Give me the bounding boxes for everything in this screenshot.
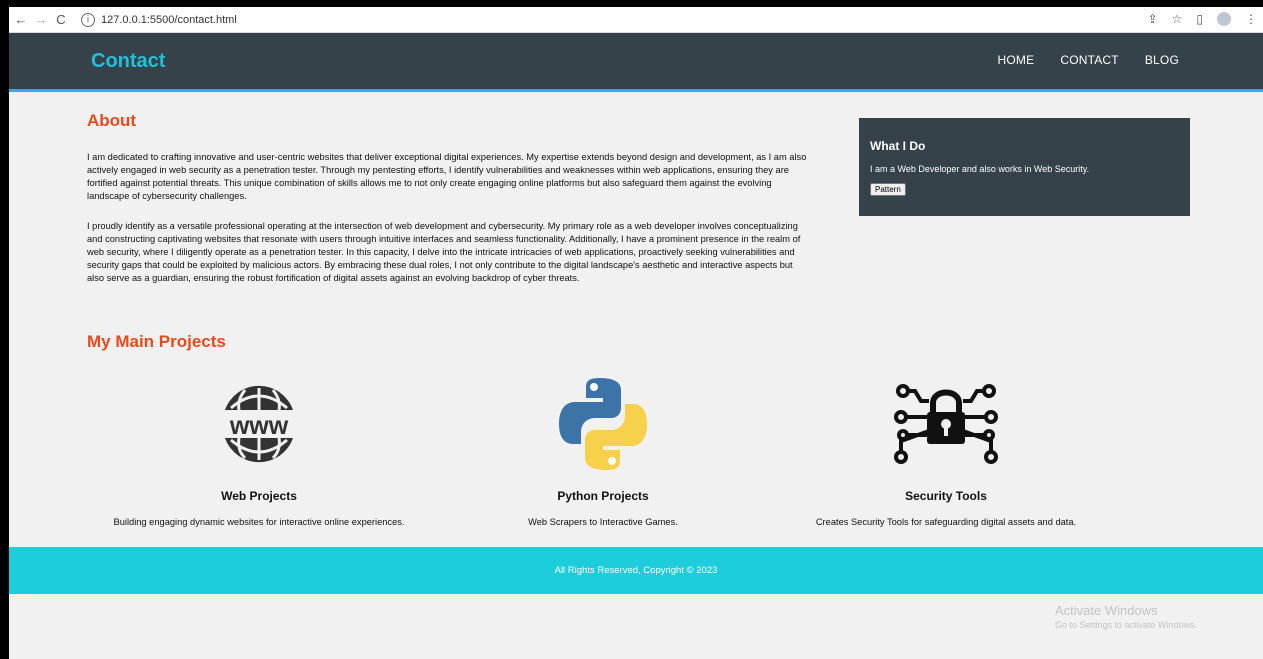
projects-heading: My Main Projects xyxy=(87,332,226,351)
project-description: Building engaging dynamic websites for i… xyxy=(113,517,405,527)
top-navigation: HOME CONTACT BLOG xyxy=(998,53,1179,67)
project-title: Security Tools xyxy=(905,489,987,503)
project-card-security: Security Tools Creates Security Tools fo… xyxy=(766,369,1126,527)
python-logo-icon xyxy=(423,369,783,479)
nav-home-link[interactable]: HOME xyxy=(998,53,1035,67)
watermark-title: Activate Windows xyxy=(1055,603,1158,618)
about-heading: About xyxy=(87,111,137,130)
pattern-button[interactable]: Pattern xyxy=(870,183,906,196)
what-i-do-sidebar: What I Do I am a Web Developer and also … xyxy=(859,118,1190,216)
back-icon[interactable]: ← xyxy=(13,12,29,27)
reload-icon[interactable]: C xyxy=(53,12,69,27)
nav-blog-link[interactable]: BLOG xyxy=(1145,53,1179,67)
profile-avatar[interactable] xyxy=(1217,12,1231,26)
project-description: Creates Security Tools for safeguarding … xyxy=(815,517,1077,527)
project-card-python: Python Projects Web Scrapers to Interact… xyxy=(423,369,783,527)
sidebar-text: I am a Web Developer and also works in W… xyxy=(870,164,1090,174)
bookmark-star-icon[interactable]: ☆ xyxy=(1172,12,1183,26)
menu-dots-icon[interactable]: ⋮ xyxy=(1245,12,1257,26)
about-paragraph-2: I proudly identify as a versatile profes… xyxy=(87,221,801,283)
browser-window: ← → C i 127.0.0.1:5500/contact.html ⇪ ☆ … xyxy=(9,7,1263,659)
site-header: Contact HOME CONTACT BLOG xyxy=(9,33,1263,92)
browser-actions: ⇪ ☆ ▯ ⋮ xyxy=(1148,12,1257,26)
about-paragraph-1: I am dedicated to crafting innovative an… xyxy=(87,152,807,201)
www-globe-icon: www xyxy=(79,369,439,479)
project-description: Web Scrapers to Interactive Games. xyxy=(528,517,678,527)
project-title: Python Projects xyxy=(557,489,649,503)
site-brand[interactable]: Contact xyxy=(91,50,165,73)
site-footer: All Rights Reserved, Copyright © 2023 xyxy=(9,547,1263,594)
site-info-icon[interactable]: i xyxy=(81,12,95,27)
project-card-web: www Web Projects Building engaging dynam… xyxy=(79,369,439,527)
sidebar-title: What I Do xyxy=(870,139,926,153)
forward-icon[interactable]: → xyxy=(33,12,49,27)
browser-toolbar: ← → C i 127.0.0.1:5500/contact.html ⇪ ☆ … xyxy=(9,7,1263,33)
side-panel-icon[interactable]: ▯ xyxy=(1196,12,1203,26)
activate-windows-watermark: Activate Windows Go to Settings to activ… xyxy=(1055,603,1197,630)
copyright-text: All Rights Reserved, Copyright © 2023 xyxy=(554,565,718,576)
circuit-lock-icon xyxy=(766,369,1126,479)
svg-text:www: www xyxy=(229,412,289,440)
share-icon[interactable]: ⇪ xyxy=(1148,12,1158,26)
project-title: Web Projects xyxy=(221,489,297,503)
address-bar[interactable]: 127.0.0.1:5500/contact.html xyxy=(101,14,237,26)
nav-contact-link[interactable]: CONTACT xyxy=(1060,53,1119,67)
watermark-subtitle: Go to Settings to activate Windows. xyxy=(1055,620,1198,630)
